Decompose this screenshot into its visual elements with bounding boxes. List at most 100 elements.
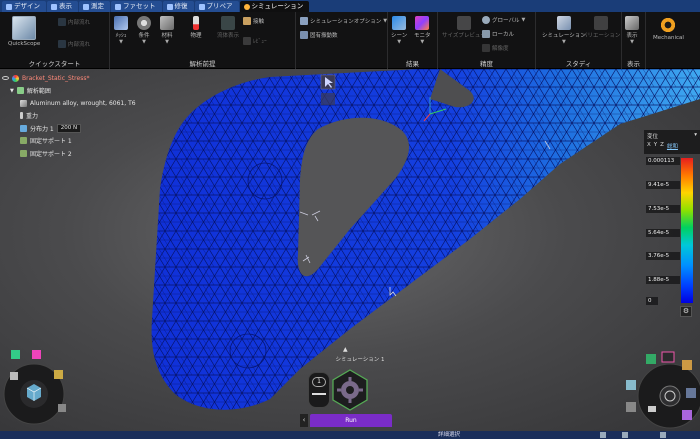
chevron-down-icon: ▼ (383, 18, 388, 24)
chevron-left-icon[interactable]: ‹ (300, 414, 308, 427)
group-results: シーン ▼ モニタ ▼ 結果 (388, 12, 438, 69)
chart-icon[interactable] (661, 351, 675, 363)
run-button[interactable]: Run (310, 414, 392, 427)
flow-display-icon (221, 16, 235, 30)
options-icon (300, 17, 308, 25)
navigation-wheel[interactable] (624, 350, 700, 430)
quickscope-button[interactable]: QuickScope (8, 16, 40, 47)
review-button[interactable]: ﾚﾋﾞｭｰ (243, 37, 267, 45)
scene-button[interactable]: シーン ▼ (391, 16, 407, 45)
chevron-down-icon: ▼ (521, 17, 526, 23)
browser-item-fixed-1[interactable]: 固定サポート 1 (2, 135, 142, 148)
modes-icon (300, 31, 308, 39)
flow-icon (58, 40, 66, 48)
simulation-gear-icon (243, 3, 250, 10)
prepare-icon (198, 3, 205, 10)
zoom-icon[interactable] (32, 350, 41, 359)
axis-x-toggle[interactable]: X (647, 142, 651, 150)
local-button[interactable]: ローカル (482, 30, 514, 38)
step-value[interactable]: 1 (312, 377, 326, 387)
contact-button[interactable]: 接触 (243, 17, 264, 25)
gear-icon[interactable]: ⚙ (680, 306, 692, 317)
flow-icon (58, 18, 66, 26)
browser-item-scope[interactable]: ▼ 解析範囲 (2, 85, 142, 98)
status-icon[interactable] (600, 432, 606, 438)
chevron-up-icon[interactable]: ▲ (343, 346, 348, 353)
section-icon[interactable] (626, 380, 636, 390)
axis-total-toggle[interactable]: 総和 (667, 142, 678, 150)
home-view-icon[interactable] (11, 350, 20, 359)
simulation-options-button[interactable]: シミュレーションオプション ▼ (300, 17, 387, 25)
simulation-button[interactable]: シミュレーション ▼ (542, 16, 586, 45)
axis-z-toggle[interactable]: Z (660, 142, 664, 150)
legend-value: 1.88e-5 (646, 276, 680, 284)
cube-icon[interactable] (646, 354, 656, 364)
tab-simulation[interactable]: シミュレーション (239, 1, 310, 12)
chevron-down-icon: ▼ (165, 39, 169, 45)
result-legend: 変位 ▾ X Y Z 総和 0.000113 9.41e-5 7.53e-5 5… (644, 130, 700, 318)
material-icon (20, 99, 27, 107)
inner-flow-button-1[interactable]: 内部流れ (58, 18, 90, 26)
mechanical-button[interactable]: Mechanical (653, 16, 684, 41)
mesh-view-icon[interactable] (626, 402, 636, 412)
review-icon (243, 37, 251, 45)
size-preview-icon (456, 16, 471, 30)
global-button[interactable]: グローバル ▼ (482, 16, 525, 24)
tree-icon[interactable] (682, 410, 692, 420)
monitor-button[interactable]: モニタ ▼ (414, 16, 431, 45)
legend-header[interactable]: 変位 ▾ X Y Z 総和 (644, 130, 700, 154)
display-icon (625, 16, 639, 30)
status-icon[interactable] (622, 432, 628, 438)
contact-icon (243, 17, 251, 25)
step-stepper[interactable]: 1 (308, 372, 330, 408)
browser-item-material[interactable]: Aluminum alloy, wrought, 6061, T6 (2, 97, 142, 110)
browser-file-name[interactable]: Bracket_Static_Stress* (22, 75, 89, 82)
render-icon[interactable] (686, 388, 696, 398)
display-button[interactable]: 表示 ▼ (625, 16, 639, 45)
orbit-icon[interactable] (10, 372, 18, 380)
tab-display[interactable]: 表示 (47, 1, 78, 12)
variation-button[interactable]: バリエーション (582, 16, 620, 39)
flow-display-button[interactable]: 流体表示 (217, 16, 239, 39)
group-label-display: 表示 (627, 60, 640, 68)
legend-value: 0 (646, 297, 658, 305)
axis-y-toggle[interactable]: Y (654, 142, 657, 150)
material-button[interactable]: 材料 ▼ (160, 16, 174, 45)
tool-icon[interactable] (682, 360, 692, 370)
chevron-down-icon[interactable]: ▾ (694, 132, 697, 140)
camera-icon[interactable] (648, 406, 656, 412)
legend-value: 3.76e-5 (646, 252, 680, 260)
browser-item-gravity[interactable]: 重力 (2, 110, 142, 123)
status-icon[interactable] (660, 432, 666, 438)
browser-item-force[interactable]: 分布力 1 200 N (2, 122, 142, 135)
browser-item-fixed-2[interactable]: 固定サポート 2 (2, 147, 142, 160)
force-icon (20, 124, 27, 132)
chevron-down-icon[interactable]: ▼ (10, 88, 14, 94)
tab-facet[interactable]: ファセット (111, 1, 162, 12)
force-value-field[interactable]: 200 N (56, 123, 82, 133)
browser-item-label: 固定サポート 1 (30, 138, 72, 146)
group-quickstart: QuickScope 内部流れ 内部流れ クイックスタート (0, 12, 110, 69)
tab-measure[interactable]: 測定 (79, 1, 110, 12)
simulation-gear-button[interactable] (330, 368, 370, 412)
view-cube-wheel[interactable] (2, 348, 74, 430)
group-sim-options: シミュレーションオプション ▼ 固有振動数 (296, 12, 388, 69)
conditions-button[interactable]: 条件 ▼ (137, 16, 151, 45)
fit-icon[interactable] (58, 404, 66, 412)
legend-value: 0.000113 (646, 157, 680, 165)
modes-button[interactable]: 固有振動数 (300, 31, 338, 39)
global-icon (482, 16, 490, 24)
physics-button[interactable]: 物理 (189, 16, 203, 39)
visibility-eye-icon[interactable] (2, 76, 9, 81)
mesh-button[interactable]: ﾒｯｼｭ ▼ (114, 16, 128, 45)
inner-flow-button-2[interactable]: 内部流れ (58, 40, 90, 48)
resolution-button[interactable]: 解像度 (482, 44, 509, 52)
perspective-icon[interactable] (54, 370, 63, 379)
minus-icon[interactable] (312, 393, 326, 395)
tab-repair[interactable]: 修復 (162, 1, 194, 12)
tab-design[interactable]: デザイン (2, 1, 46, 12)
tab-prepare[interactable]: プリペア (194, 1, 239, 12)
size-preview-button[interactable]: サイズプレビュー (442, 16, 486, 39)
browser-file-row[interactable]: Bracket_Static_Stress* (2, 72, 142, 85)
scope-icon (16, 87, 24, 95)
